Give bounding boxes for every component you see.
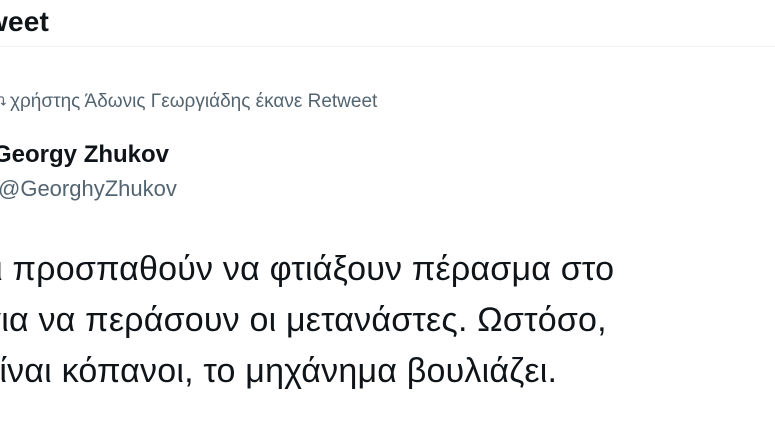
tweet-text-line: οι προσπαθούν να φτιάξουν πέρασμα στο	[0, 250, 615, 288]
author-name[interactable]: Georgy Zhukov	[0, 141, 169, 169]
tweet-header: weet	[0, 0, 775, 47]
retweet-context: χρήστης Άδωνις Γεωργιάδης έκανε Retweet	[0, 91, 377, 113]
retweet-icon	[0, 96, 6, 106]
tweet-text-line: είναι κόπανοι, το μηχάνημα βουλιάζει.	[0, 352, 558, 390]
tweet-screenshot: weet χρήστης Άδωνις Γεωργιάδης έκανε Ret…	[0, 0, 775, 435]
page-title: weet	[0, 6, 50, 37]
tweet-text-line: για να περάσουν οι μετανάστες. Ωστόσο,	[0, 301, 607, 339]
author-handle[interactable]: @GeorghyZhukov	[0, 176, 177, 202]
tweet-text: οι προσπαθούν να φτιάξουν πέρασμα στο γι…	[0, 244, 775, 397]
retweet-context-text: χρήστης Άδωνις Γεωργιάδης έκανε Retweet	[10, 91, 378, 112]
